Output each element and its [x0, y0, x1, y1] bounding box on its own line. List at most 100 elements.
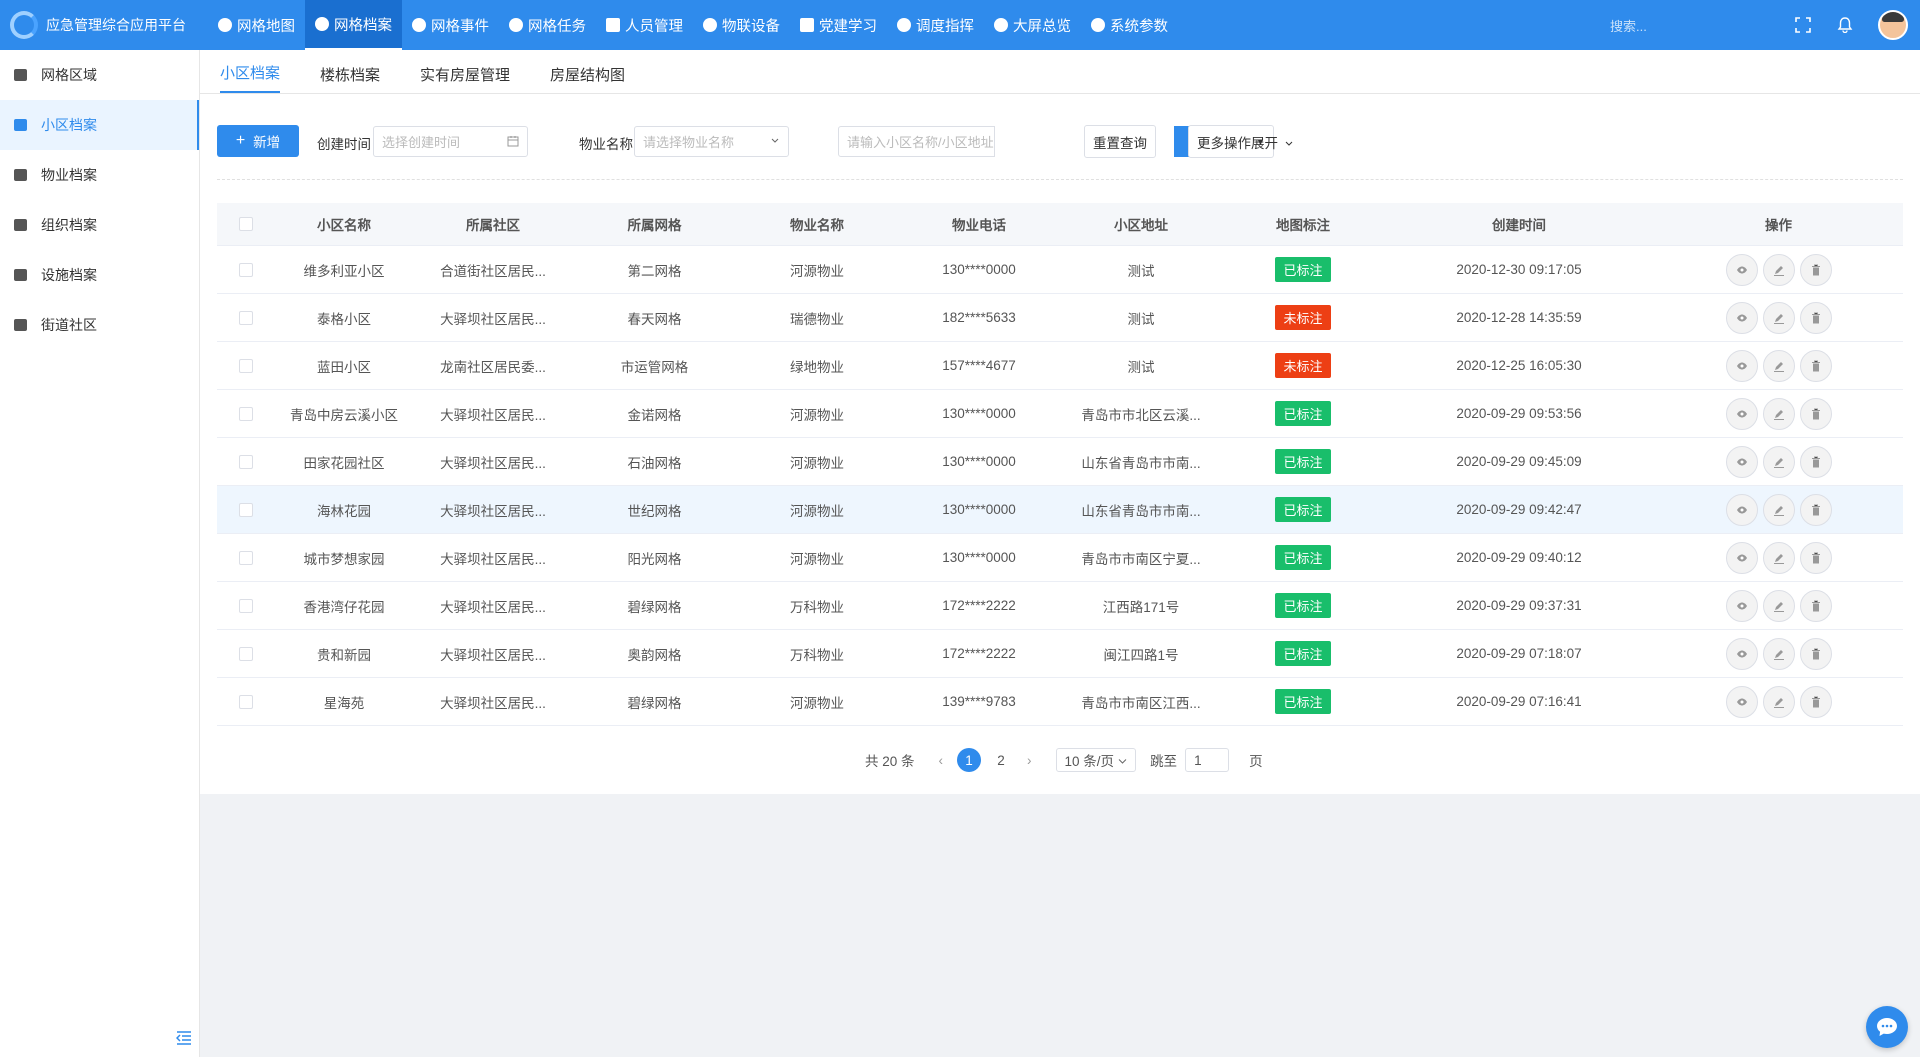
cell-property: 河源物业	[790, 455, 844, 471]
view-button[interactable]	[1725, 445, 1758, 478]
created-time-picker[interactable]: 选择创建时间	[373, 126, 528, 157]
page-size-select[interactable]: 10 条/页	[1055, 748, 1137, 772]
trash-icon	[1811, 408, 1820, 419]
table-row[interactable]: 田家花园社区 大驿坝社区居民... 石油网格 河源物业 130****0000 山东省青岛…	[217, 438, 1903, 486]
collapse-sidebar-icon[interactable]	[175, 1031, 192, 1045]
edit-button[interactable]	[1762, 637, 1795, 670]
row-checkbox[interactable]	[239, 598, 253, 613]
delete-button[interactable]	[1799, 637, 1832, 670]
next-page-icon[interactable]: ›	[1027, 753, 1032, 768]
cell-property: 河源物业	[790, 407, 844, 423]
view-button[interactable]	[1725, 637, 1758, 670]
sidebar-item-street-community[interactable]: 街道社区	[0, 300, 199, 350]
delete-button[interactable]	[1799, 397, 1832, 430]
delete-button[interactable]	[1799, 541, 1832, 574]
pencil-icon	[1773, 313, 1784, 324]
prev-page-icon[interactable]: ‹	[939, 753, 944, 768]
delete-button[interactable]	[1799, 301, 1832, 334]
table-row[interactable]: 青岛中房云溪小区 大驿坝社区居民... 金诺网格 河源物业 130****0000 青岛市…	[217, 390, 1903, 438]
edit-button[interactable]	[1762, 589, 1795, 622]
view-button[interactable]	[1725, 685, 1758, 718]
sidebar-item-organization-archive[interactable]: 组织档案	[0, 200, 199, 250]
nav-system-params[interactable]: 系统参数	[1081, 0, 1178, 50]
nav-big-screen[interactable]: 大屏总览	[984, 0, 1081, 50]
pencil-icon	[1773, 361, 1784, 372]
edit-button[interactable]	[1762, 541, 1795, 574]
chat-support-button[interactable]	[1866, 1006, 1908, 1048]
view-button[interactable]	[1725, 253, 1758, 286]
delete-button[interactable]	[1799, 445, 1832, 478]
table-row[interactable]: 海林花园 大驿坝社区居民... 世纪网格 河源物业 130****0000 山东省青岛市市…	[217, 486, 1903, 534]
view-button[interactable]	[1725, 493, 1758, 526]
cell-name: 田家花园社区	[303, 455, 385, 471]
nav-grid-map[interactable]: 网格地图	[208, 0, 305, 50]
page-1-button[interactable]: 1	[957, 748, 982, 772]
edit-button[interactable]	[1762, 397, 1795, 430]
property-name-select[interactable]: 请选择物业名称	[634, 126, 789, 157]
cell-created: 2020-12-30 09:17:05	[1456, 262, 1582, 277]
tab-actual-housing[interactable]: 实有房屋管理	[420, 64, 510, 93]
sidebar-item-property-archive[interactable]: 物业档案	[0, 150, 199, 200]
row-checkbox[interactable]	[239, 646, 253, 661]
table-row[interactable]: 香港湾仔花园 大驿坝社区居民... 碧绿网格 万科物业 172****2222 江西路17…	[217, 582, 1903, 630]
delete-button[interactable]	[1799, 349, 1832, 382]
nav-grid-events[interactable]: 网格事件	[402, 0, 499, 50]
edit-button[interactable]	[1762, 349, 1795, 382]
tab-community-archive[interactable]: 小区档案	[220, 62, 281, 93]
nav-grid-tasks[interactable]: 网格任务	[499, 0, 596, 50]
pencil-icon	[1773, 409, 1784, 420]
nav-iot-devices[interactable]: 物联设备	[693, 0, 790, 50]
row-checkbox[interactable]	[239, 694, 253, 709]
fullscreen-icon[interactable]	[1794, 16, 1812, 34]
page-2-button[interactable]: 2	[989, 748, 1013, 772]
sidebar-item-grid-area[interactable]: 网格区域	[0, 50, 199, 100]
delete-button[interactable]	[1799, 493, 1832, 526]
total-count: 共 20 条	[865, 754, 915, 769]
bell-icon[interactable]	[1836, 16, 1854, 34]
sidebar-item-facility-archive[interactable]: 设施档案	[0, 250, 199, 300]
edit-button[interactable]	[1762, 493, 1795, 526]
edit-button[interactable]	[1762, 685, 1795, 718]
row-checkbox[interactable]	[239, 310, 253, 325]
jump-page-input[interactable]: 1	[1185, 748, 1230, 772]
reset-query-button[interactable]: 重置查询	[1084, 125, 1156, 158]
row-checkbox[interactable]	[239, 502, 253, 517]
view-button[interactable]	[1725, 397, 1758, 430]
keyword-search-input[interactable]: 请输入小区名称/小区地址	[838, 126, 995, 157]
tab-building-archive[interactable]: 楼栋档案	[320, 64, 380, 93]
add-button[interactable]: + 新增	[217, 125, 299, 157]
row-checkbox[interactable]	[239, 262, 253, 277]
table-row[interactable]: 泰格小区 大驿坝社区居民... 春天网格 瑞德物业 182****5633 测试 未标注 20…	[217, 294, 1903, 342]
nav-personnel[interactable]: 人员管理	[596, 0, 693, 50]
expand-toggle[interactable]: 展开	[1251, 132, 1294, 152]
edit-button[interactable]	[1762, 445, 1795, 478]
top-search-input[interactable]: 搜索...	[1610, 16, 1720, 35]
view-button[interactable]	[1725, 589, 1758, 622]
row-checkbox[interactable]	[239, 358, 253, 373]
sidebar-item-community-archive[interactable]: 小区档案	[0, 100, 199, 150]
table-row[interactable]: 城市梦想家园 大驿坝社区居民... 阳光网格 河源物业 130****0000 青岛市市南…	[217, 534, 1903, 582]
table-row[interactable]: 贵和新园 大驿坝社区居民... 奥韵网格 万科物业 172****2222 闽江四路1号 已…	[217, 630, 1903, 678]
view-button[interactable]	[1725, 301, 1758, 334]
user-avatar[interactable]	[1878, 10, 1908, 40]
delete-button[interactable]	[1799, 685, 1832, 718]
nav-party-learning[interactable]: 党建学习	[790, 0, 887, 50]
brand[interactable]: 应急管理综合应用平台	[0, 0, 200, 50]
edit-button[interactable]	[1762, 301, 1795, 334]
cell-name: 海林花园	[317, 503, 371, 519]
delete-button[interactable]	[1799, 253, 1832, 286]
nav-dispatch[interactable]: 调度指挥	[887, 0, 984, 50]
tab-house-structure[interactable]: 房屋结构图	[550, 64, 625, 93]
edit-button[interactable]	[1762, 253, 1795, 286]
delete-button[interactable]	[1799, 589, 1832, 622]
row-checkbox[interactable]	[239, 406, 253, 421]
select-all-checkbox[interactable]	[239, 217, 253, 231]
table-row[interactable]: 星海苑 大驿坝社区居民... 碧绿网格 河源物业 139****9783 青岛市市南区江西…	[217, 678, 1903, 726]
table-row[interactable]: 蓝田小区 龙南社区居民委... 市运管网格 绿地物业 157****4677 测试 未标注 2…	[217, 342, 1903, 390]
nav-grid-archive[interactable]: 网格档案	[305, 0, 402, 50]
table-row[interactable]: 维多利亚小区 合道街社区居民... 第二网格 河源物业 130****0000 测试 已标注…	[217, 246, 1903, 294]
row-checkbox[interactable]	[239, 454, 253, 469]
view-button[interactable]	[1725, 349, 1758, 382]
view-button[interactable]	[1725, 541, 1758, 574]
row-checkbox[interactable]	[239, 550, 253, 565]
